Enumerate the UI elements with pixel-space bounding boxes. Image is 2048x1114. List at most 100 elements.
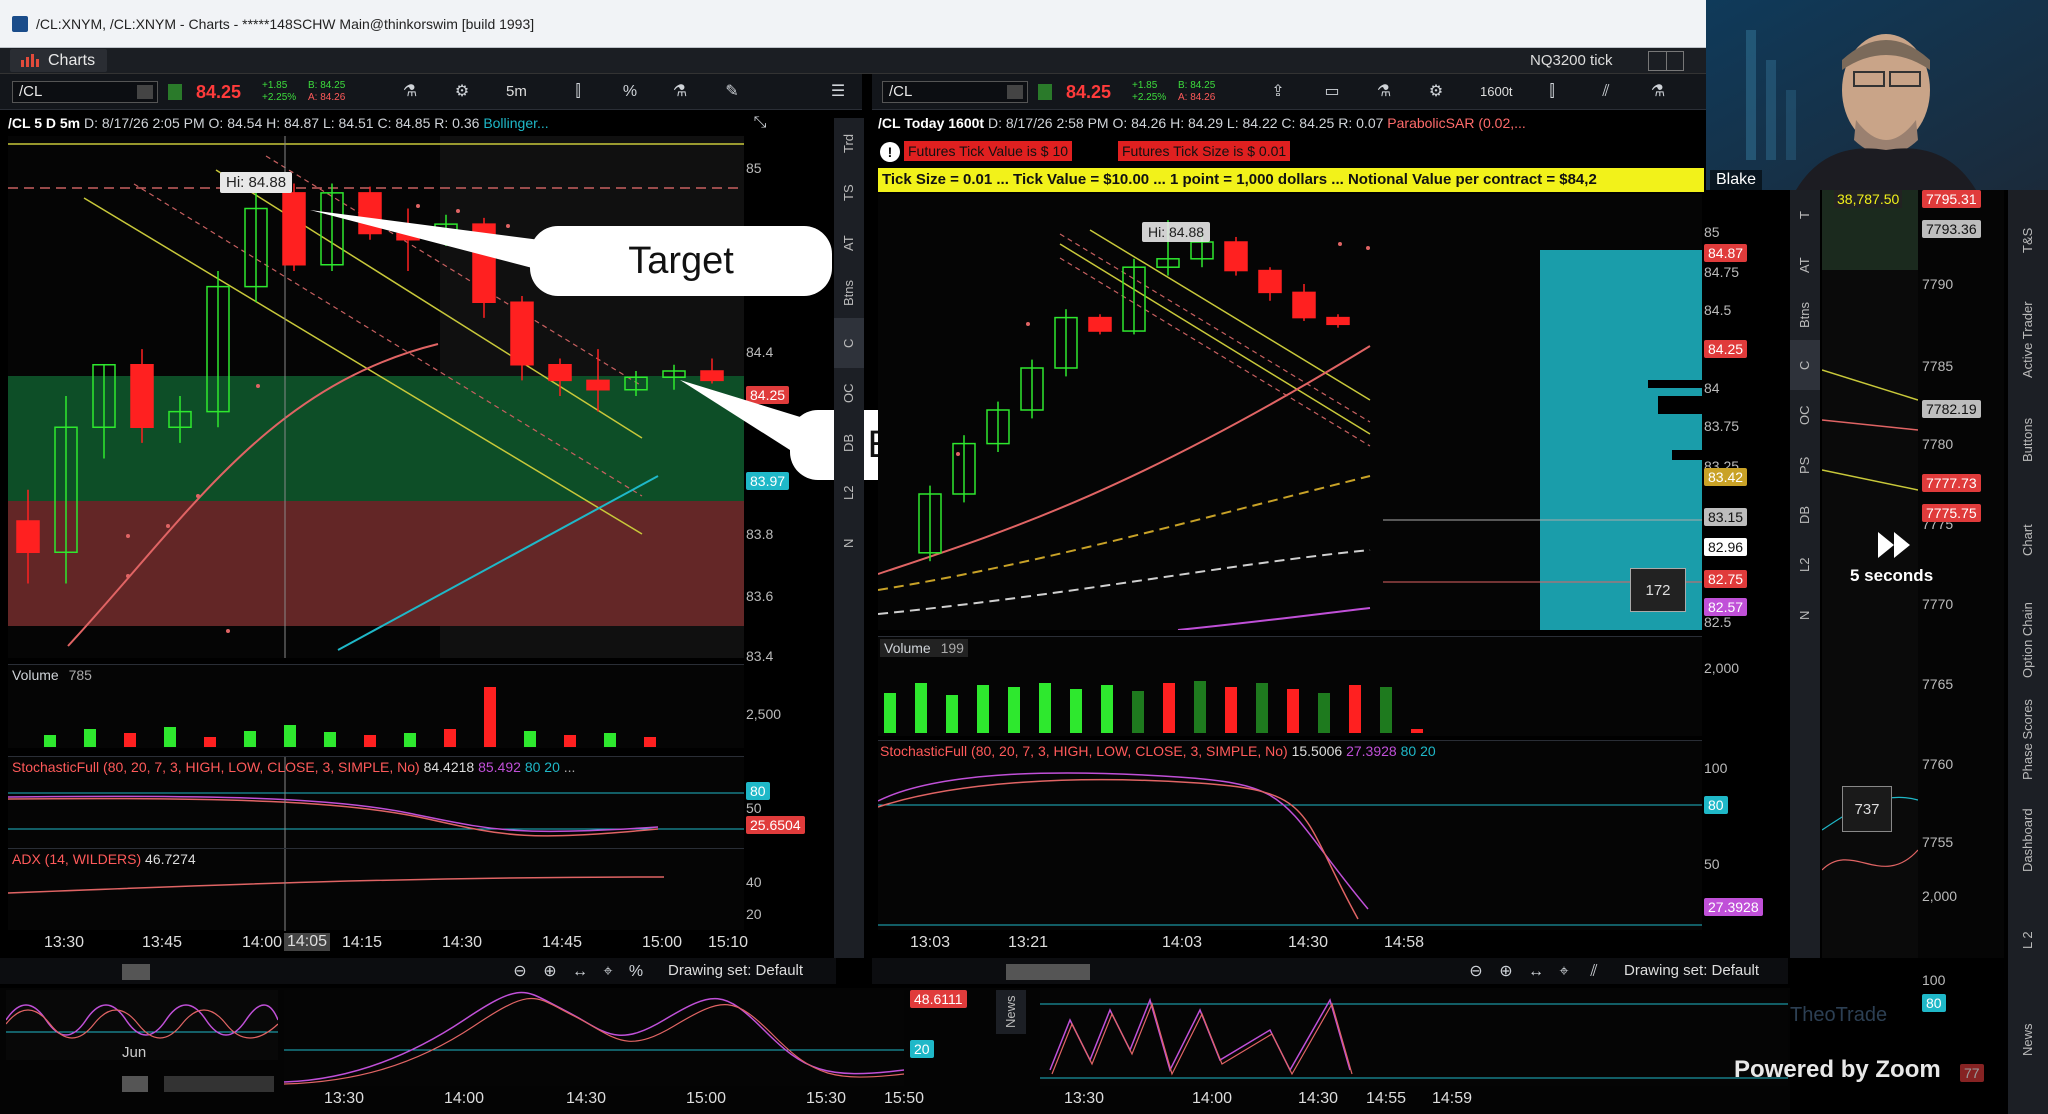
studies-icon[interactable]: % [618,80,642,104]
right-price-chart[interactable]: Hi: 84.88 172 [878,194,1702,630]
far-right-tab[interactable]: News [2008,990,2048,1090]
right-ask: A: 84.26 [1178,92,1216,103]
pan-icon[interactable]: ↔ [1524,960,1548,984]
side-tab-btns[interactable]: Btns [834,268,864,318]
right-drawing-set[interactable]: Drawing set: Default [1624,962,1759,979]
bottom-time-tick: 14:30 [566,1090,607,1107]
flask-icon[interactable]: ⚗ [668,80,692,104]
far-right-tab[interactable]: L 2 [2008,890,2048,990]
candle-style-icon[interactable]: ⫿ [566,80,590,104]
volume-bar [1380,687,1392,733]
drawing-tool-icon[interactable]: ⫽ [1582,960,1606,984]
volume-bar [244,731,256,747]
side-tab-db[interactable]: DB [834,418,864,468]
chevron-down-icon[interactable] [137,85,153,99]
far-right-tab[interactable]: Buttons [2008,390,2048,490]
bottom-mid-chart[interactable] [283,990,905,1086]
fast-forward-icon[interactable] [1876,530,1916,560]
side-tab-n[interactable]: N [834,518,864,568]
screenshot-icon[interactable]: ▭ [1320,80,1344,104]
far-right-tab[interactable]: Phase Scores [2008,690,2048,790]
zoom-in-icon[interactable]: ⊕ [538,960,562,984]
side-tab-t[interactable]: T [1790,190,1820,240]
charts-tab-button[interactable]: Charts [10,49,108,72]
volume-bar [1256,683,1268,733]
left-stoch-pane[interactable]: StochasticFull (80, 20, 7, 3, HIGH, LOW,… [8,756,744,849]
far-right-tab[interactable]: Dashboard [2008,790,2048,890]
far-right-tab[interactable]: T&S [2008,190,2048,290]
side-tab-at[interactable]: AT [1790,240,1820,290]
drawing-tools-icon[interactable]: ✎ [720,80,744,104]
zoom-out-icon[interactable]: ⊖ [508,960,532,984]
left-timeframe-button[interactable]: 5m [506,80,527,104]
left-last-price: 84.25 [196,82,242,102]
right-candle-canvas[interactable] [878,194,1702,630]
right-hdr-study[interactable]: ParabolicSAR (0.02,... [1387,115,1526,131]
gear-icon[interactable]: ⚙ [450,80,474,104]
side-tab-ts[interactable]: TS [834,168,864,218]
bottom-right-chart[interactable] [1040,990,1788,1086]
right-hi-label: Hi: 84.88 [1142,222,1211,242]
candle-style-icon[interactable]: ⫿ [1540,80,1564,104]
side-tab-btns[interactable]: Btns [1790,290,1820,340]
right-symbol-selector[interactable]: /CL [882,81,1028,103]
right-net-change: +1.85 [1132,80,1158,91]
flask-icon[interactable]: ⚗ [1646,80,1670,104]
news-tab[interactable]: News [996,990,1026,1034]
right-scroll-handle[interactable] [1006,964,1090,980]
scroll-handle[interactable] [122,964,150,980]
right-stoch-pane[interactable]: StochasticFull (80, 20, 7, 3, HIGH, LOW,… [878,740,1702,930]
far-right-tab[interactable]: Active Trader [2008,290,2048,390]
share-icon[interactable]: ⇪ [1266,80,1290,104]
side-tab-trd[interactable]: Trd [834,118,864,168]
chevron-down-icon[interactable] [1007,85,1023,99]
left-ask: A: 84.26 [308,92,346,103]
side-tab-oc[interactable]: OC [834,368,864,418]
left-volume-pane[interactable]: Volume 785 [8,664,744,748]
flask-icon[interactable]: ⚗ [1372,80,1396,104]
fast-forward-label: 5 seconds [1850,566,1934,585]
side-tab-l2[interactable]: L2 [834,468,864,518]
crosshair-icon[interactable]: ⌖ [596,960,620,984]
volume-bar [915,683,927,733]
crosshair-icon[interactable]: ⌖ [1552,960,1576,984]
app-bar [0,48,1706,74]
link-color-icon[interactable] [168,84,182,100]
side-tab-c[interactable]: C [834,318,864,368]
flask-icon[interactable]: ⚗ [398,80,422,104]
left-hdr-study[interactable]: Bollinger... [483,115,548,131]
far-right-tab[interactable]: Chart [2008,490,2048,590]
side-tab-ps[interactable]: PS [1790,440,1820,490]
left-drawing-set[interactable]: Drawing set: Default [668,962,803,979]
left-hdr-close: C: 84.85 [377,115,431,131]
side-tab-db[interactable]: DB [1790,490,1820,540]
bottom-scroll-handle[interactable] [122,1076,148,1092]
side-tab-n[interactable]: N [1790,590,1820,640]
right-price-tag: 84.87 [1704,244,1748,262]
right-volume-pane[interactable]: Volume 199 [878,636,1702,736]
side-tab-c[interactable]: C [1790,340,1820,390]
right-volume-bars [884,681,1423,733]
grid-layout-icon[interactable] [1648,51,1684,71]
side-tab-at[interactable]: AT [834,218,864,268]
zoom-out-icon[interactable]: ⊖ [1464,960,1488,984]
third-price-tag: 7782.19 [1922,400,1981,418]
left-symbol-selector[interactable]: /CL [12,81,158,103]
left-adx-pane[interactable]: ADX (14, WILDERS) 46.7274 [8,848,744,931]
percent-icon[interactable]: % [624,960,648,984]
menu-icon[interactable]: ☰ [826,80,850,104]
side-tab-l2[interactable]: L2 [1790,540,1820,590]
gear-icon[interactable]: ⚙ [1424,80,1448,104]
left-symbol-text: /CL [19,83,43,100]
side-tab-oc[interactable]: OC [1790,390,1820,440]
right-stoch-tag: 27.3928 [1704,898,1763,916]
right-timeframe-button[interactable]: 1600t [1480,80,1513,104]
zoom-in-icon[interactable]: ⊕ [1494,960,1518,984]
pan-icon[interactable]: ↔ [568,960,592,984]
far-right-tab[interactable]: Option Chain [2008,590,2048,690]
webcam-video-tile[interactable]: Blake [1706,0,2048,190]
bottom-scroll-track[interactable] [164,1076,274,1092]
drawing-tools-icon[interactable]: ⫽ [1594,80,1618,104]
collapse-icon[interactable]: ⤡ [748,111,772,135]
link-color-icon[interactable] [1038,84,1052,100]
